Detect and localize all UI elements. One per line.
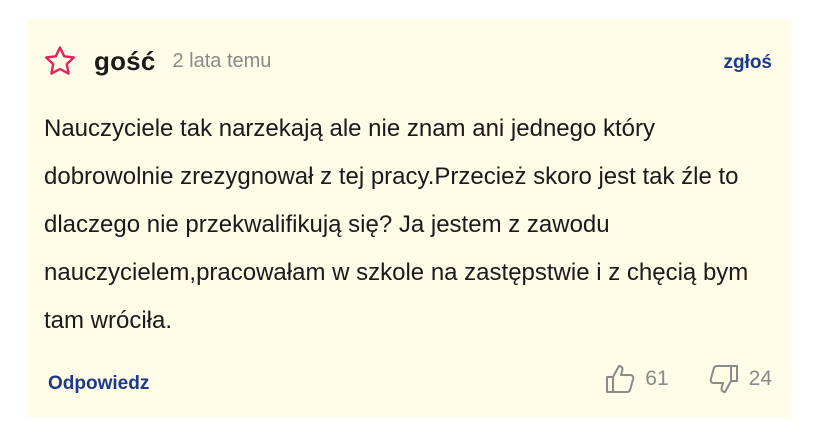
like-button[interactable]: 61 <box>603 362 669 396</box>
vote-controls: 61 24 <box>603 362 772 396</box>
thumbs-down-icon <box>707 362 741 396</box>
dislike-button[interactable]: 24 <box>707 362 772 396</box>
author-name: gość <box>94 45 156 76</box>
star-icon[interactable] <box>43 44 77 78</box>
thumbs-up-icon <box>603 362 637 396</box>
comment-timestamp: 2 lata temu <box>172 49 272 72</box>
reply-link[interactable]: Odpowiedz <box>48 373 149 395</box>
comment-footer: Odpowiedz 61 24 <box>48 362 772 396</box>
comment-header: gość 2 lata temu zgłoś <box>43 43 772 79</box>
comment-text: Nauczyciele tak narzekają ale nie znam a… <box>44 115 749 334</box>
dislike-count: 24 <box>748 367 772 390</box>
comment-card: gość 2 lata temu zgłoś Nauczyciele tak n… <box>27 19 792 417</box>
report-link[interactable]: zgłoś <box>723 52 772 74</box>
like-count: 61 <box>645 367 669 390</box>
